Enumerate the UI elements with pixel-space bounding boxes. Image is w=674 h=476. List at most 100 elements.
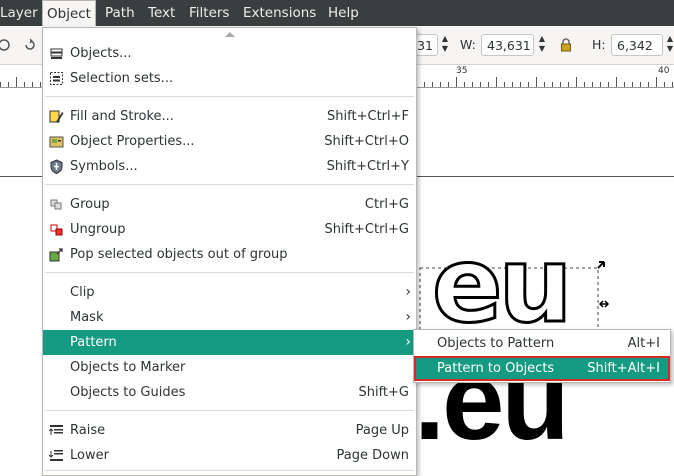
shortcut-label: Alt+I xyxy=(627,336,660,351)
symbols-icon xyxy=(50,159,63,174)
ruler-tick xyxy=(464,82,465,87)
ruler-label-35: 35 xyxy=(456,66,468,76)
ruler-tick xyxy=(424,82,425,87)
menu-item-label: Lower xyxy=(70,448,109,463)
menu-separator xyxy=(45,470,414,471)
menu-item-object-properties[interactable]: Object Properties... Shift+Ctrl+O xyxy=(43,129,416,154)
redo-icon[interactable] xyxy=(0,38,11,52)
shortcut-label: Ctrl+G xyxy=(364,197,409,212)
menu-filters[interactable]: Filters xyxy=(185,0,233,26)
rotate-icon[interactable] xyxy=(23,38,37,52)
menu-item-group[interactable]: Group Ctrl+G xyxy=(43,192,416,217)
ruler-tick xyxy=(640,82,641,87)
menu-item-label: Selection sets... xyxy=(70,71,174,86)
menu-extensions[interactable]: Extensions xyxy=(239,0,320,26)
height-field[interactable]: 6,342 xyxy=(611,34,663,56)
menu-item-label: Group xyxy=(70,197,110,212)
ruler-tick xyxy=(632,82,633,87)
object-properties-icon xyxy=(49,136,64,148)
submenu-arrow-icon: › xyxy=(405,309,411,325)
ruler-tick xyxy=(616,77,617,87)
ruler-tick xyxy=(32,82,33,87)
x-stepper[interactable]: ▲ ▼ xyxy=(438,34,452,56)
height-stepper[interactable]: ▲ ▼ xyxy=(663,34,674,56)
menu-item-objects-to-marker[interactable]: Objects to Marker xyxy=(43,355,416,380)
ruler-tick xyxy=(608,82,609,87)
scroll-up-arrow-icon[interactable] xyxy=(224,30,236,38)
menu-separator xyxy=(45,410,414,411)
ruler-tick xyxy=(480,82,481,87)
ruler-tick xyxy=(584,82,585,87)
menu-separator xyxy=(45,184,414,185)
menu-item-objects[interactable]: Objects... xyxy=(43,41,416,66)
menu-item-ungroup[interactable]: Ungroup Shift+Ctrl+G xyxy=(43,217,416,242)
ruler-tick xyxy=(544,82,545,87)
pop-out-icon xyxy=(49,248,63,262)
ruler-tick xyxy=(512,82,513,87)
shortcut-label: Shift+Ctrl+O xyxy=(324,134,409,149)
ruler-tick xyxy=(432,82,433,87)
ruler-tick xyxy=(488,82,489,87)
menu-item-symbols[interactable]: Symbols... Shift+Ctrl+Y xyxy=(43,154,416,179)
ruler-tick xyxy=(472,82,473,87)
menu-item-label: Objects to Marker xyxy=(70,360,186,375)
menubar: Layer Object Path Text Filters Extension… xyxy=(0,0,674,26)
menu-item-raise[interactable]: Raise Page Up xyxy=(43,418,416,443)
lock-icon[interactable] xyxy=(560,38,572,52)
menu-help[interactable]: Help xyxy=(324,0,363,26)
menu-item-label: Pop selected objects out of group xyxy=(70,247,288,262)
menu-item-label: Object Properties... xyxy=(70,134,195,149)
outlined-eu-text[interactable]: eu xyxy=(431,229,575,342)
object-menu: Objects... Selection sets... Fill and St… xyxy=(42,27,417,476)
shortcut-label: Shift+Ctrl+G xyxy=(324,222,409,237)
shortcut-label: Page Down xyxy=(336,448,409,463)
ruler-tick xyxy=(40,82,41,87)
menu-item-objects-to-guides[interactable]: Objects to Guides Shift+G xyxy=(43,380,416,405)
submenu-item-label: Objects to Pattern xyxy=(437,336,555,351)
ruler-tick xyxy=(456,77,457,87)
ruler-tick xyxy=(560,82,561,87)
ruler-tick xyxy=(568,82,569,87)
ruler-tick xyxy=(504,82,505,87)
shortcut-label: Shift+G xyxy=(358,385,409,400)
menu-item-pop-out-of-group[interactable]: Pop selected objects out of group xyxy=(43,242,416,267)
ruler-tick xyxy=(592,82,593,87)
ruler-tick xyxy=(440,82,441,87)
menu-item-pattern[interactable]: Pattern › xyxy=(43,330,416,355)
submenu-item-label: Pattern to Objects xyxy=(437,361,555,376)
lower-icon xyxy=(49,450,63,461)
menu-item-lower[interactable]: Lower Page Down xyxy=(43,443,416,468)
submenu-item-pattern-to-objects[interactable]: Pattern to Objects Shift+Alt+I xyxy=(414,356,670,381)
ruler-tick xyxy=(496,77,497,87)
menu-item-mask[interactable]: Mask › xyxy=(43,305,416,330)
ruler-tick xyxy=(664,82,665,87)
menu-item-clip[interactable]: Clip › xyxy=(43,280,416,305)
fill-stroke-icon xyxy=(49,110,64,123)
menu-object[interactable]: Object xyxy=(42,0,96,26)
group-icon xyxy=(50,199,62,210)
menu-item-fill-and-stroke[interactable]: Fill and Stroke... Shift+Ctrl+F xyxy=(43,104,416,129)
ruler-tick xyxy=(528,82,529,87)
ruler-tick xyxy=(552,82,553,87)
menu-separator xyxy=(45,96,414,97)
ruler-tick xyxy=(624,82,625,87)
width-field[interactable]: 43,631 xyxy=(481,34,534,56)
submenu-arrow-icon: › xyxy=(405,334,411,350)
ruler-tick xyxy=(672,82,673,87)
ruler-tick xyxy=(576,77,577,87)
menu-item-label: Objects to Guides xyxy=(70,385,186,400)
ruler-tick xyxy=(656,77,657,87)
width-stepper[interactable]: ▲ ▼ xyxy=(535,34,549,56)
selection-sets-icon xyxy=(50,72,63,85)
ruler-tick xyxy=(8,82,9,87)
submenu-item-objects-to-pattern[interactable]: Objects to Pattern Alt+I xyxy=(414,331,670,356)
shortcut-label: Page Up xyxy=(355,423,409,438)
objects-icon xyxy=(50,48,63,59)
ruler-label-40: 40 xyxy=(658,66,670,76)
menu-layer[interactable]: Layer xyxy=(0,0,42,26)
menu-item-label: Objects... xyxy=(70,46,132,61)
menu-item-selection-sets[interactable]: Selection sets... xyxy=(43,66,416,91)
menu-item-label: Raise xyxy=(70,423,106,438)
menu-path[interactable]: Path xyxy=(101,0,139,26)
menu-text[interactable]: Text xyxy=(144,0,179,26)
